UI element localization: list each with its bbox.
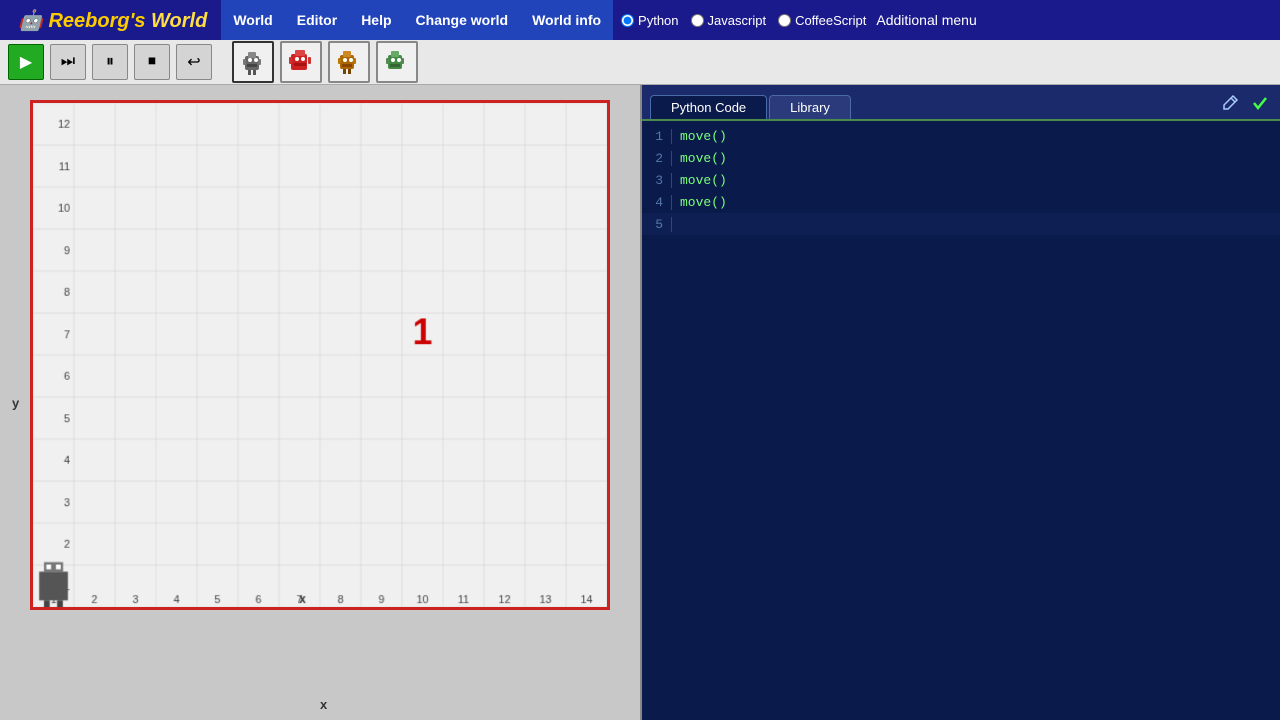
tab-python-code[interactable]: Python Code bbox=[650, 95, 767, 119]
javascript-radio[interactable] bbox=[691, 14, 704, 27]
stop-button[interactable]: ⏹ bbox=[134, 44, 170, 80]
coffeescript-radio[interactable] bbox=[778, 14, 791, 27]
logo-text: Reeborg's World bbox=[48, 10, 207, 32]
python-radio[interactable] bbox=[621, 14, 634, 27]
x-axis-label: x bbox=[320, 697, 327, 712]
line-number-1: 1 bbox=[642, 129, 672, 144]
world-panel: y x bbox=[0, 85, 640, 720]
robot-svg-3 bbox=[333, 46, 365, 78]
coffeescript-radio-label[interactable]: CoffeeScript bbox=[778, 13, 866, 28]
tab-library[interactable]: Library bbox=[769, 95, 851, 119]
logo-icon: 🤖 bbox=[18, 10, 43, 32]
line-number-3: 3 bbox=[642, 173, 672, 188]
code-line-3: 3 move() bbox=[642, 169, 1280, 191]
robot-svg-1 bbox=[237, 46, 269, 78]
line-code-1: move() bbox=[680, 129, 727, 144]
pause-button[interactable]: ⏸ bbox=[92, 44, 128, 80]
checkmark-svg bbox=[1251, 94, 1269, 112]
line-number-2: 2 bbox=[642, 151, 672, 166]
coffeescript-label: CoffeeScript bbox=[795, 13, 866, 28]
line-number-4: 4 bbox=[642, 195, 672, 210]
robot-svg-4 bbox=[381, 46, 413, 78]
code-tabs: Python Code Library bbox=[642, 85, 1280, 121]
code-line-1: 1 move() bbox=[642, 125, 1280, 147]
robot-icon-3[interactable] bbox=[328, 41, 370, 83]
line-number-5: 5 bbox=[642, 217, 672, 232]
robot-icon-4[interactable] bbox=[376, 41, 418, 83]
language-selector: Python Javascript CoffeeScript bbox=[621, 13, 866, 28]
robot-svg-2 bbox=[285, 46, 317, 78]
y-axis-label: y bbox=[12, 395, 19, 410]
pencil-svg bbox=[1221, 94, 1239, 112]
back-button[interactable]: ↩ bbox=[176, 44, 212, 80]
step-button[interactable]: ⏭ bbox=[50, 44, 86, 80]
pencil-icon[interactable] bbox=[1218, 91, 1242, 115]
code-area[interactable]: 1 move() 2 move() 3 move() 4 move() 5 bbox=[642, 121, 1280, 720]
play-button[interactable]: ▶ bbox=[8, 44, 44, 80]
code-line-4: 4 move() bbox=[642, 191, 1280, 213]
code-line-5: 5 bbox=[642, 213, 1280, 235]
robot-icon-1[interactable] bbox=[232, 41, 274, 83]
code-line-2: 2 move() bbox=[642, 147, 1280, 169]
main-layout: y x Python Code Library bbox=[0, 85, 1280, 720]
line-code-3: move() bbox=[680, 173, 727, 188]
nav-editor[interactable]: Editor bbox=[285, 0, 349, 40]
code-panel: Python Code Library bbox=[640, 85, 1280, 720]
javascript-radio-label[interactable]: Javascript bbox=[691, 13, 767, 28]
grid-container bbox=[30, 100, 610, 610]
grid-canvas bbox=[33, 103, 607, 607]
navbar: 🤖 Reeborg's World World Editor Help Chan… bbox=[0, 0, 1280, 40]
line-code-4: move() bbox=[680, 195, 727, 210]
checkmark-icon[interactable] bbox=[1248, 91, 1272, 115]
python-label: Python bbox=[638, 13, 678, 28]
nav-help[interactable]: Help bbox=[349, 0, 403, 40]
line-code-2: move() bbox=[680, 151, 727, 166]
nav-world[interactable]: World bbox=[221, 0, 284, 40]
app-logo: 🤖 Reeborg's World bbox=[8, 8, 217, 33]
robot-icon-2[interactable] bbox=[280, 41, 322, 83]
javascript-label: Javascript bbox=[708, 13, 767, 28]
additional-menu-button[interactable]: Additional menu bbox=[866, 12, 986, 28]
python-radio-label[interactable]: Python bbox=[621, 13, 678, 28]
toolbar: ▶ ⏭ ⏸ ⏹ ↩ bbox=[0, 40, 1280, 85]
nav-change-world[interactable]: Change world bbox=[404, 0, 521, 40]
nav-world-info[interactable]: World info bbox=[520, 0, 613, 40]
